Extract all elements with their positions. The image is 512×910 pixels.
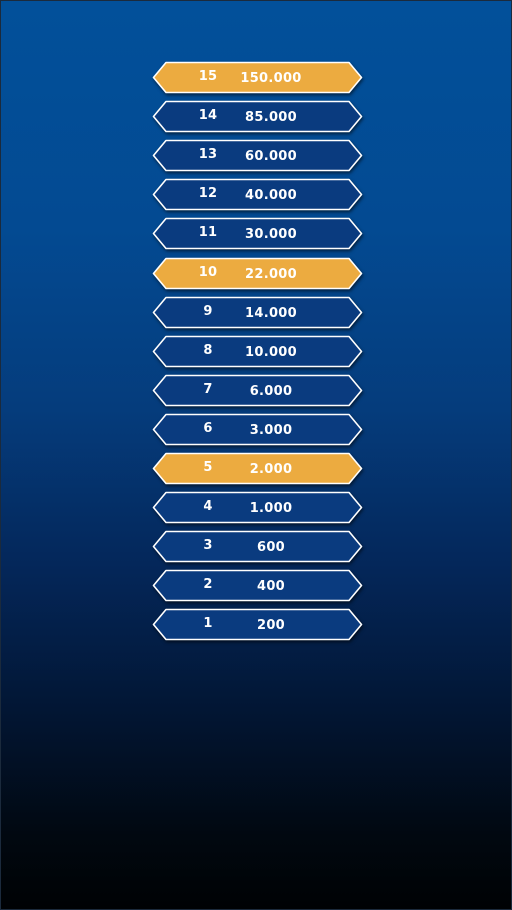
rung-prize-amount: 22.000 [245,267,297,282]
game-screen: 15 150.000 14 85.000 13 60.000 12 40.000 11 30.00… [0,0,512,910]
rung-prize-amount: 600 [256,540,286,555]
rung-level-number: 8 [203,343,213,358]
prize-rung-5[interactable]: 5 2.000 [152,452,363,485]
rung-prize-amount: 400 [256,579,286,594]
rung-prize-amount: 1.000 [249,501,293,516]
prize-rung-13[interactable]: 13 60.000 [152,139,363,172]
rung-level-number: 1 [203,616,213,631]
prize-rung-14[interactable]: 14 85.000 [152,100,363,133]
prize-rung-1[interactable]: 1 200 [152,608,363,641]
rung-level-number: 9 [203,304,213,319]
prize-rung-7[interactable]: 7 6.000 [152,374,363,407]
rung-level-number: 4 [203,499,213,514]
rung-prize-amount: 85.000 [245,110,297,125]
prize-rung-4[interactable]: 4 1.000 [152,491,363,524]
prize-rung-9[interactable]: 9 14.000 [152,296,363,329]
rung-level-number: 11 [198,225,218,240]
rung-level-number: 6 [203,421,213,436]
rung-prize-amount: 40.000 [245,188,297,203]
prize-rung-12[interactable]: 12 40.000 [152,178,363,211]
prize-rung-15[interactable]: 15 150.000 [152,61,363,94]
prize-rung-2[interactable]: 2 400 [152,569,363,602]
rung-prize-amount: 10.000 [245,345,297,360]
prize-rung-6[interactable]: 6 3.000 [152,413,363,446]
rung-level-number: 3 [203,538,213,553]
rung-prize-amount: 150.000 [240,71,302,86]
rung-level-number: 2 [203,577,213,592]
rung-level-number: 5 [203,460,213,475]
prize-rung-11[interactable]: 11 30.000 [152,217,363,250]
rung-prize-amount: 3.000 [249,423,293,438]
prize-rung-8[interactable]: 8 10.000 [152,335,363,368]
prize-rung-3[interactable]: 3 600 [152,530,363,563]
rung-prize-amount: 60.000 [245,149,297,164]
rung-level-number: 7 [203,382,213,397]
rung-prize-amount: 2.000 [249,462,293,477]
rung-level-number: 15 [198,69,218,84]
rung-prize-amount: 14.000 [245,306,297,321]
rung-prize-amount: 30.000 [245,227,297,242]
prize-rung-10[interactable]: 10 22.000 [152,257,363,290]
rung-level-number: 13 [198,147,218,162]
rung-level-number: 14 [198,108,218,123]
rung-prize-amount: 6.000 [249,384,293,399]
rung-level-number: 12 [198,186,218,201]
rung-prize-amount: 200 [256,618,286,633]
rung-level-number: 10 [198,265,218,280]
